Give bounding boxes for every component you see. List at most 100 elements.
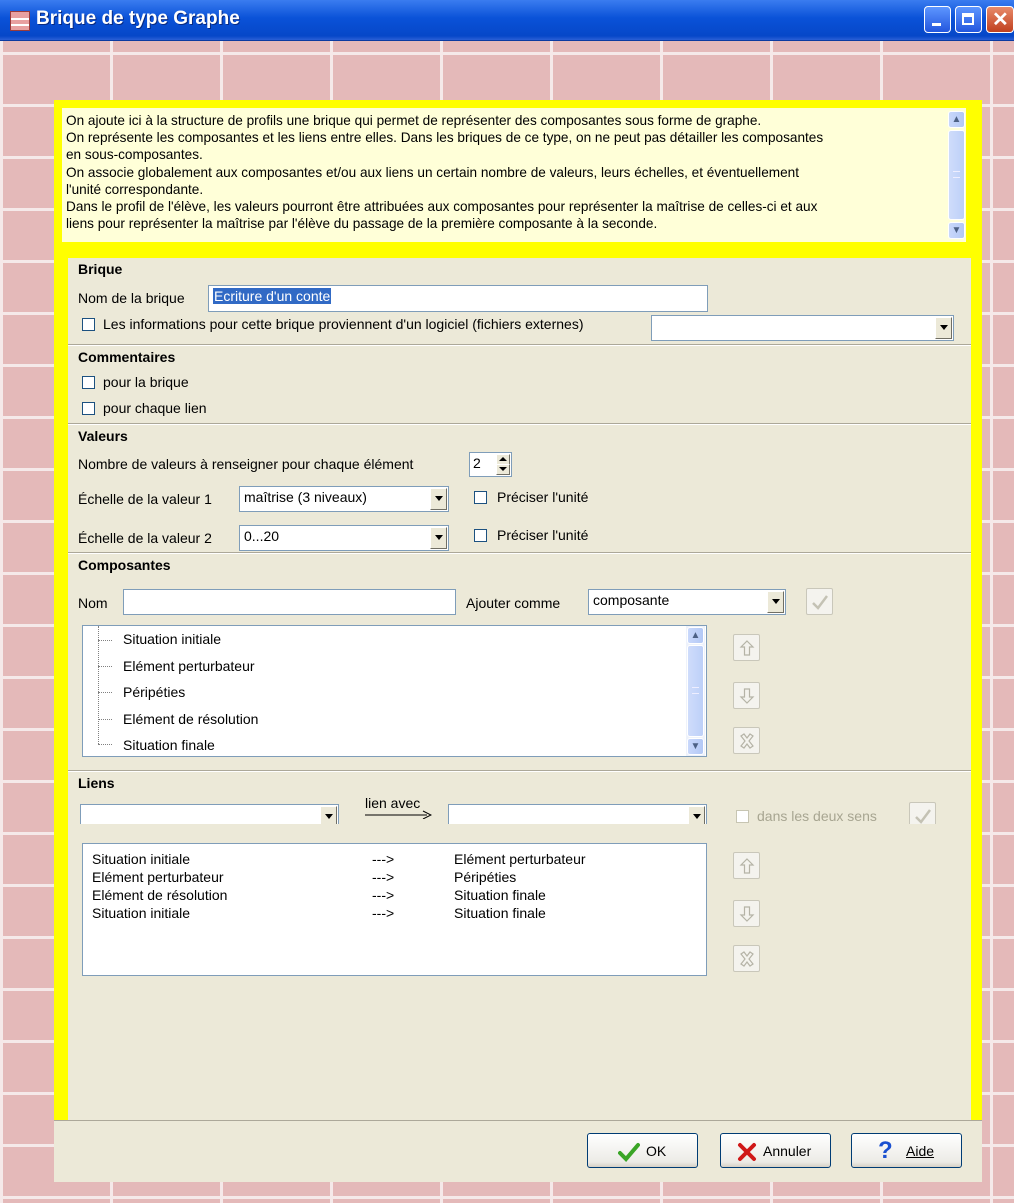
scale2-select[interactable]: 0...20 bbox=[239, 525, 449, 551]
delete-link-button[interactable] bbox=[733, 945, 760, 972]
delete-component-button[interactable] bbox=[733, 727, 760, 754]
ok-label: OK bbox=[646, 1143, 667, 1159]
help-button[interactable]: ? Aide bbox=[851, 1133, 962, 1168]
cancel-button[interactable]: Annuler bbox=[720, 1133, 831, 1168]
both-directions-label: dans les deux sens bbox=[757, 808, 877, 824]
checkmark-icon bbox=[812, 595, 828, 610]
scale1-select[interactable]: maîtrise (3 niveaux) bbox=[239, 486, 449, 512]
maximize-button[interactable] bbox=[955, 6, 982, 33]
unit2-checkbox[interactable] bbox=[474, 529, 487, 542]
liens-heading: Liens bbox=[78, 775, 115, 791]
brique-heading: Brique bbox=[78, 261, 123, 277]
component-scrollbar[interactable]: ▲ ▼ bbox=[686, 626, 705, 756]
link-to: Péripéties bbox=[454, 869, 517, 885]
description-text: On ajoute ici à la structure de profils … bbox=[62, 108, 948, 242]
tree-item[interactable]: Péripéties bbox=[123, 684, 185, 700]
link-from: Situation initiale bbox=[92, 851, 191, 867]
scroll-down-arrow[interactable]: ▼ bbox=[948, 222, 965, 239]
brique-name-label: Nom de la brique bbox=[78, 290, 185, 306]
component-tree[interactable]: Situation initiale Elément perturbateur … bbox=[82, 625, 707, 757]
link-arrow: ---> bbox=[372, 887, 395, 903]
scroll-thumb[interactable] bbox=[687, 645, 704, 737]
link-arrow: ---> bbox=[372, 851, 395, 867]
cancel-label: Annuler bbox=[763, 1143, 812, 1159]
close-button[interactable]: ✕ bbox=[986, 6, 1014, 33]
add-as-select[interactable]: composante bbox=[588, 589, 786, 615]
value-count-stepper[interactable]: 2 bbox=[469, 452, 512, 477]
component-name-label: Nom bbox=[78, 595, 108, 611]
close-icon: ✕ bbox=[992, 9, 1009, 31]
move-link-up-button[interactable] bbox=[733, 852, 760, 879]
value-count-value: 2 bbox=[473, 455, 481, 471]
scale1-value: maîtrise (3 niveaux) bbox=[244, 489, 367, 505]
chevron-down-icon[interactable] bbox=[430, 488, 447, 510]
window-title: Brique de type Graphe bbox=[36, 8, 240, 29]
tree-item[interactable]: Elément de résolution bbox=[123, 711, 258, 727]
scroll-up-arrow[interactable]: ▲ bbox=[948, 111, 965, 128]
description-line: On représente les composantes et les lie… bbox=[66, 130, 824, 146]
valeurs-heading: Valeurs bbox=[78, 428, 128, 444]
tree-connector bbox=[98, 744, 112, 745]
unit2-label: Préciser l'unité bbox=[497, 527, 589, 543]
comment-brique-checkbox[interactable] bbox=[82, 376, 95, 389]
move-link-down-button[interactable] bbox=[733, 900, 760, 927]
move-component-down-button[interactable] bbox=[733, 682, 760, 709]
scroll-up-arrow[interactable]: ▲ bbox=[687, 627, 704, 644]
arrow-down-icon bbox=[739, 688, 755, 704]
comment-brique-label: pour la brique bbox=[103, 374, 189, 390]
link-arrow: ---> bbox=[372, 869, 395, 885]
link-from: Situation initiale bbox=[92, 905, 191, 921]
ok-button[interactable]: OK bbox=[587, 1133, 698, 1168]
add-as-value: composante bbox=[593, 592, 670, 608]
checkmark-icon bbox=[618, 1143, 640, 1162]
unit1-checkbox[interactable] bbox=[474, 491, 487, 504]
arrow-up-icon bbox=[739, 640, 755, 656]
component-name-input[interactable] bbox=[123, 589, 456, 615]
tree-item[interactable]: Situation finale bbox=[123, 737, 215, 753]
comment-lien-label: pour chaque lien bbox=[103, 400, 207, 416]
title-bar: Brique de type Graphe ✕ bbox=[0, 0, 1014, 41]
scroll-thumb[interactable] bbox=[948, 130, 965, 220]
brique-name-input[interactable]: Ecriture d'un conte bbox=[208, 285, 708, 312]
add-as-label: Ajouter comme bbox=[466, 595, 561, 611]
chevron-down-icon[interactable] bbox=[935, 317, 952, 339]
description-line: On ajoute ici à la structure de profils … bbox=[66, 113, 762, 128]
description-line: en sous-composantes. bbox=[66, 147, 203, 163]
tree-connector bbox=[98, 666, 112, 667]
link-to: Situation finale bbox=[454, 905, 546, 921]
chevron-down-icon[interactable] bbox=[430, 527, 447, 549]
scale2-value: 0...20 bbox=[244, 528, 280, 544]
arrow-right-icon bbox=[365, 810, 432, 819]
window-app-icon bbox=[10, 11, 30, 31]
arrow-up-icon bbox=[739, 858, 755, 874]
description-line: liens pour représenter la maîtrise par l… bbox=[66, 216, 658, 232]
scroll-down-arrow[interactable]: ▼ bbox=[687, 738, 704, 755]
commentaires-heading: Commentaires bbox=[78, 349, 176, 365]
external-software-checkbox[interactable] bbox=[82, 318, 95, 331]
external-software-select[interactable] bbox=[651, 315, 954, 341]
stepper-down-icon[interactable] bbox=[496, 464, 510, 475]
delete-icon bbox=[740, 733, 754, 749]
both-directions-checkbox[interactable] bbox=[736, 810, 749, 823]
links-list[interactable]: Situation initiale ---> Elément perturba… bbox=[82, 843, 707, 976]
checkmark-icon bbox=[915, 809, 931, 824]
tree-item[interactable]: Elément perturbateur bbox=[123, 658, 255, 674]
dialog-button-bar bbox=[54, 1120, 982, 1182]
composantes-heading: Composantes bbox=[78, 557, 171, 573]
tree-connector bbox=[98, 626, 99, 744]
tree-connector bbox=[98, 640, 112, 641]
comment-lien-checkbox[interactable] bbox=[82, 402, 95, 415]
add-component-button[interactable] bbox=[806, 588, 833, 615]
link-to: Situation finale bbox=[454, 887, 546, 903]
link-from: Elément perturbateur bbox=[92, 869, 224, 885]
minimize-button[interactable] bbox=[924, 6, 951, 33]
close-icon bbox=[738, 1143, 756, 1161]
move-component-up-button[interactable] bbox=[733, 634, 760, 661]
brique-name-value: Ecriture d'un conte bbox=[213, 288, 332, 304]
unit1-label: Préciser l'unité bbox=[497, 489, 589, 505]
description-scrollbar[interactable]: ▲ ▼ bbox=[947, 108, 966, 242]
help-question-icon: ? bbox=[878, 1137, 893, 1164]
chevron-down-icon[interactable] bbox=[767, 591, 784, 613]
value-count-label: Nombre de valeurs à renseigner pour chaq… bbox=[78, 456, 414, 472]
tree-item[interactable]: Situation initiale bbox=[123, 631, 221, 647]
